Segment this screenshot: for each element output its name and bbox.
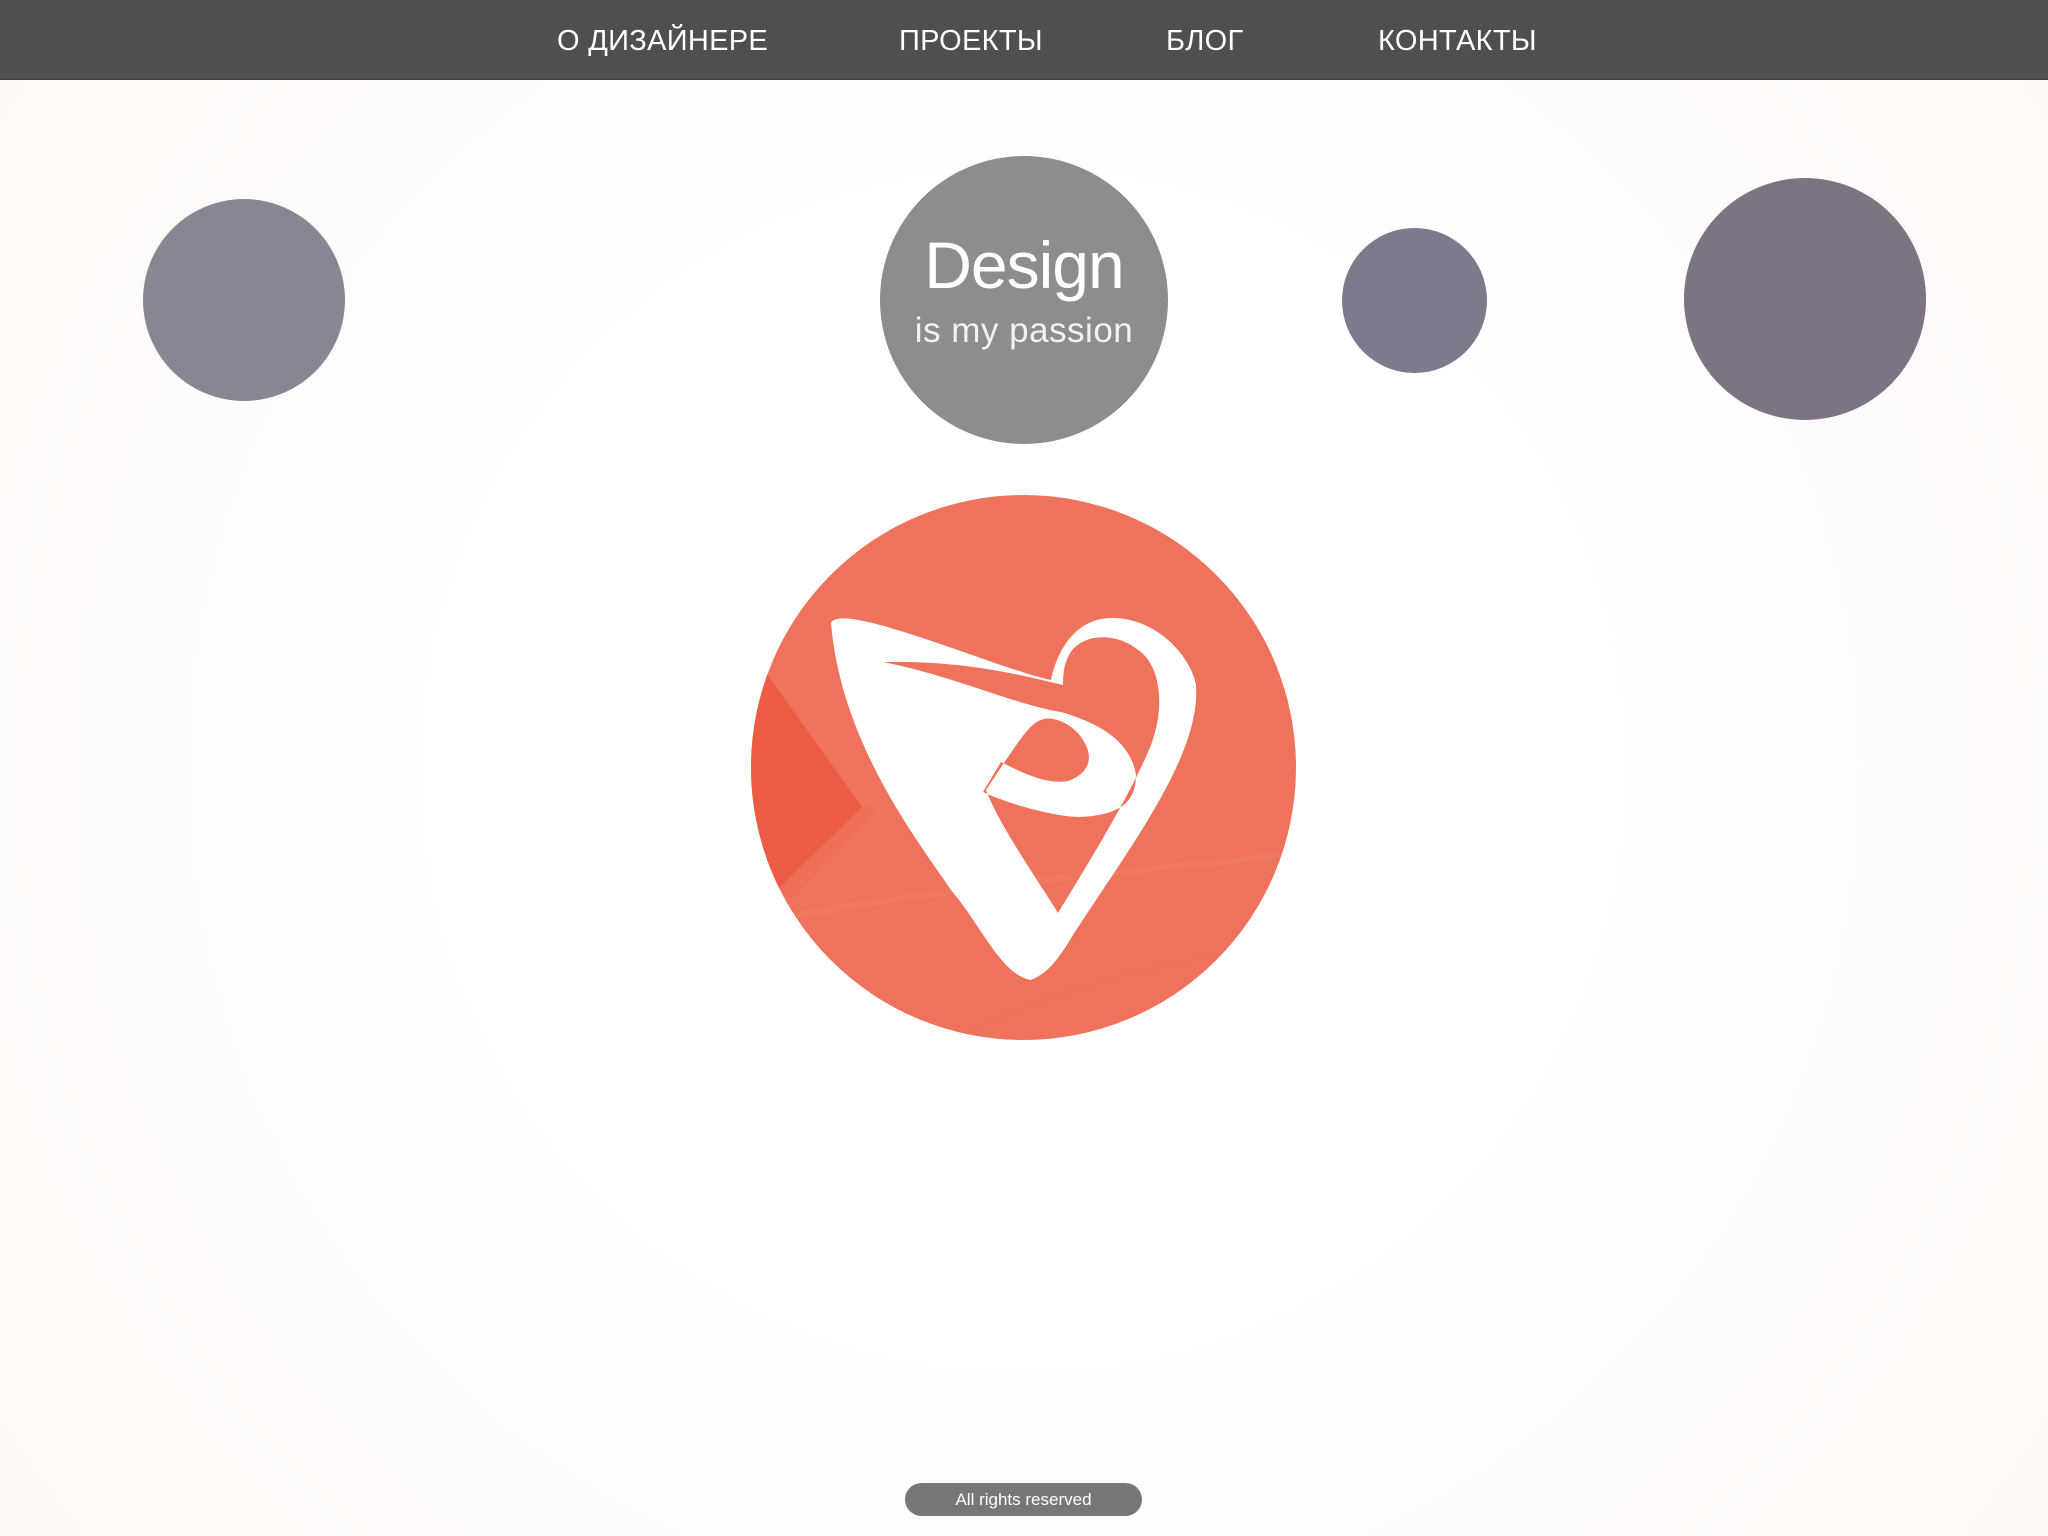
tagline-circle[interactable]: Design is my passion bbox=[880, 156, 1168, 444]
nav-item-contacts[interactable]: КОНТАКТЫ bbox=[1378, 0, 1537, 79]
footer-copyright: All rights reserved bbox=[905, 1483, 1142, 1516]
decor-circle-right[interactable] bbox=[1684, 178, 1926, 420]
top-nav-bar: О ДИЗАЙНЕРЕ ПРОЕКТЫ БЛОГ КОНТАКТЫ bbox=[0, 0, 2048, 79]
tagline-title: Design bbox=[924, 228, 1124, 302]
nav-item-about-designer[interactable]: О ДИЗАЙНЕРЕ bbox=[557, 0, 768, 79]
decor-circle-left[interactable] bbox=[143, 199, 345, 401]
heart-arrow-logo-icon bbox=[751, 495, 1296, 1040]
nav-item-blog[interactable]: БЛОГ bbox=[1166, 0, 1244, 79]
nav-item-projects[interactable]: ПРОЕКТЫ bbox=[899, 0, 1043, 79]
tagline-subtitle: is my passion bbox=[914, 311, 1134, 350]
decor-circle-small[interactable] bbox=[1342, 228, 1487, 373]
